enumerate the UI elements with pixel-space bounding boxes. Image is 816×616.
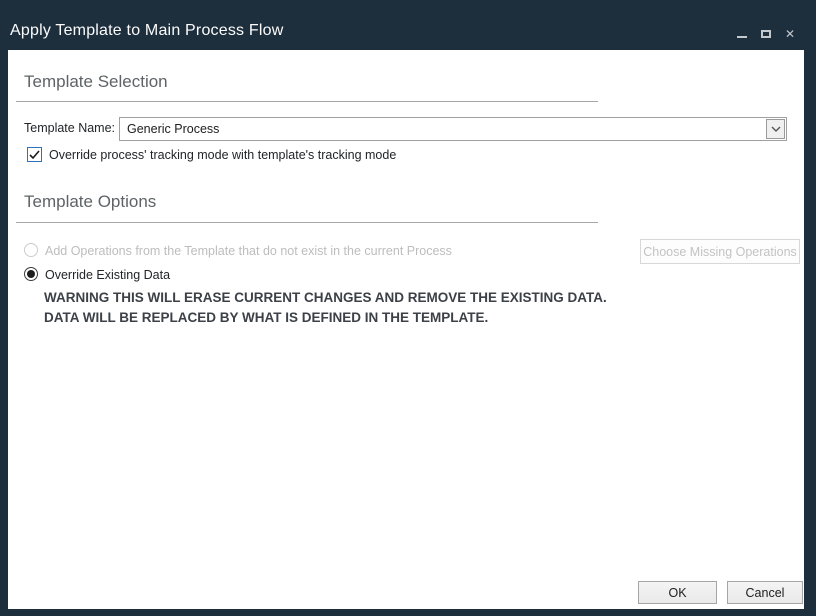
template-name-value: Generic Process: [127, 122, 219, 136]
ok-button[interactable]: OK: [638, 581, 717, 604]
template-selection-heading: Template Selection: [24, 72, 168, 92]
warning-line-1: WARNING THIS WILL ERASE CURRENT CHANGES …: [44, 288, 607, 308]
minimize-button[interactable]: [735, 26, 749, 42]
maximize-icon: [761, 30, 771, 38]
combobox-dropdown-button[interactable]: [766, 119, 785, 139]
radio-add-operations-label: Add Operations from the Template that do…: [45, 244, 452, 258]
template-selection-divider: [16, 101, 598, 102]
radio-add-operations: [24, 243, 38, 257]
radio-dot-icon: [27, 270, 35, 278]
window-title: Apply Template to Main Process Flow: [10, 22, 283, 40]
radio-override-existing-data-label[interactable]: Override Existing Data: [45, 268, 170, 282]
titlebar[interactable]: Apply Template to Main Process Flow ✕: [0, 0, 816, 50]
radio-override-existing-data[interactable]: [24, 267, 38, 281]
override-tracking-checkbox[interactable]: [27, 147, 42, 162]
override-tracking-checkbox-label[interactable]: Override process' tracking mode with tem…: [49, 148, 396, 162]
template-options-divider: [16, 222, 598, 223]
template-name-label: Template Name:: [24, 121, 115, 135]
minimize-icon: [737, 36, 747, 38]
template-options-heading: Template Options: [24, 192, 156, 212]
warning-line-2: DATA WILL BE REPLACED BY WHAT IS DEFINED…: [44, 308, 607, 328]
close-button[interactable]: ✕: [783, 26, 797, 42]
checkmark-icon: [29, 150, 40, 160]
choose-missing-operations-button: Choose Missing Operations: [640, 239, 800, 264]
maximize-button[interactable]: [759, 26, 773, 42]
chevron-down-icon: [771, 126, 781, 132]
warning-text: WARNING THIS WILL ERASE CURRENT CHANGES …: [44, 288, 607, 328]
close-icon: ✕: [785, 28, 795, 40]
cancel-button[interactable]: Cancel: [727, 581, 803, 604]
window-controls: ✕: [735, 24, 797, 44]
dialog-content: Template Selection Template Name: Generi…: [8, 50, 804, 609]
template-name-combobox[interactable]: Generic Process: [119, 117, 787, 141]
